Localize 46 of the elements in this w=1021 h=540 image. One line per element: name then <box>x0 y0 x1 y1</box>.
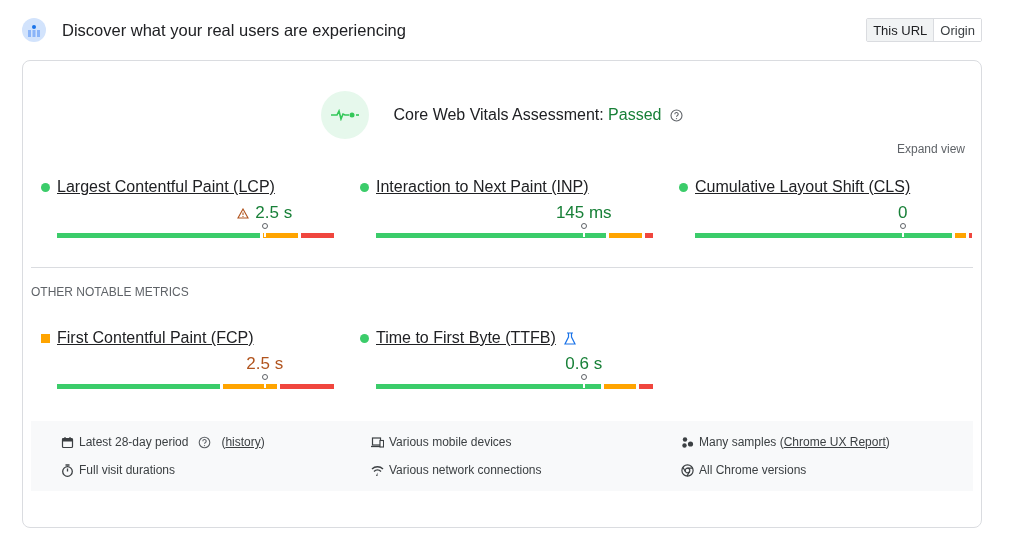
percentile-marker <box>899 223 906 237</box>
devices-icon <box>371 435 384 449</box>
info-text: Various network connections <box>389 463 542 477</box>
percentile-marker <box>261 374 268 388</box>
page-heading: Discover what your real users are experiencing <box>62 20 407 40</box>
percentile-marker <box>580 223 587 237</box>
metric-link[interactable]: Largest Contentful Paint (LCP) <box>57 178 275 196</box>
users-chart-icon <box>22 18 46 42</box>
metric-link[interactable]: Time to First Byte (TTFB) <box>376 329 556 347</box>
metric-value: 145 ms <box>555 203 612 223</box>
section-heading: OTHER NOTABLE METRICS <box>31 285 190 299</box>
metric-link[interactable]: Interaction to Next Paint (INP) <box>376 178 589 196</box>
info-text: Many samples (Chrome UX Report) <box>699 435 890 449</box>
info-text: Various mobile devices <box>389 435 512 449</box>
signal-icon <box>371 463 384 477</box>
percentile-marker <box>261 223 268 237</box>
calendar-icon <box>61 435 74 449</box>
metric-value: 0.6 s <box>565 354 603 374</box>
metric-link[interactable]: Cumulative Layout Shift (CLS) <box>695 178 911 196</box>
distribution-segment <box>644 233 653 238</box>
pulse-icon <box>320 91 369 139</box>
metric-value: 0 <box>898 203 908 223</box>
info-text: (history) <box>221 435 265 449</box>
expand-view-link[interactable]: Expand view <box>896 142 965 156</box>
help-icon <box>670 108 684 122</box>
scope-tab[interactable]: This URL <box>867 19 935 41</box>
distribution-segment <box>222 384 277 389</box>
distribution-segment <box>969 233 972 238</box>
info-text: Full visit durations <box>79 463 176 477</box>
metric-value: 2.5 s <box>255 203 293 223</box>
metric-link[interactable]: First Contentful Paint (FCP) <box>57 329 254 347</box>
info-link[interactable]: history <box>225 435 261 449</box>
info-text: All Chrome versions <box>699 463 807 477</box>
dots-icon <box>681 435 694 449</box>
distribution-segment <box>279 384 334 389</box>
distribution-segment <box>603 384 637 389</box>
percentile-marker <box>580 374 587 388</box>
distribution-segment <box>639 384 653 389</box>
browser-icon <box>681 463 694 477</box>
metric-value: 2.5 s <box>246 354 284 374</box>
distribution-segment <box>301 233 334 238</box>
info-text: Latest 28-day period <box>79 435 189 449</box>
stopwatch-icon <box>61 463 74 477</box>
assessment-text: Core Web Vitals Assessment: Passed <box>393 106 662 124</box>
distribution-segment <box>955 233 967 238</box>
distribution-segment <box>609 233 642 238</box>
